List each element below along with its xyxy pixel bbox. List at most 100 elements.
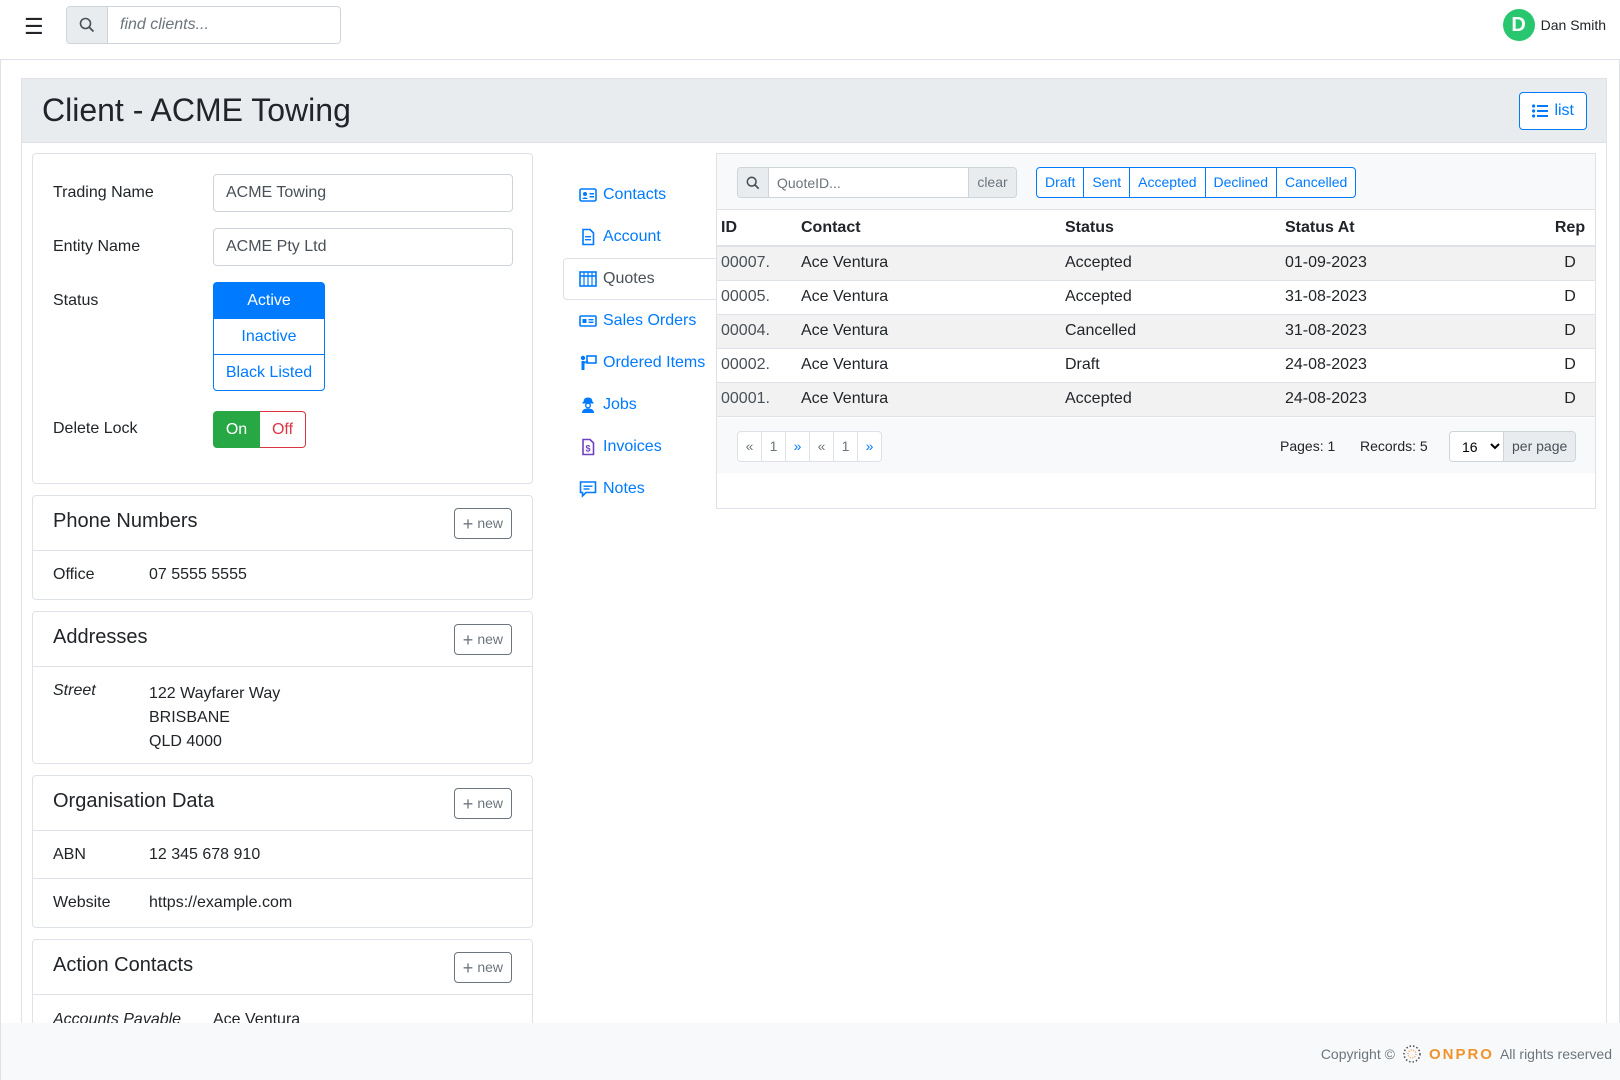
client-search	[66, 6, 341, 44]
cell-id[interactable]: 00005.	[717, 280, 797, 315]
trading-name-label: Trading Name	[53, 184, 154, 201]
per-page-label: per page	[1503, 432, 1576, 461]
clear-button[interactable]: clear	[968, 168, 1016, 197]
list-button-label: list	[1554, 102, 1574, 119]
delete-lock-on-button[interactable]: On	[213, 411, 260, 448]
tab-sales-orders[interactable]: Sales Orders	[563, 300, 716, 342]
table-row[interactable]: 00007. Ace Ventura Accepted 01-09-2023 D	[717, 246, 1595, 281]
filter-declined-button[interactable]: Declined	[1204, 167, 1278, 198]
entity-name-label: Entity Name	[53, 238, 141, 255]
document-icon	[582, 228, 595, 246]
page-last-button[interactable]: »	[857, 431, 882, 462]
avatar[interactable]: D	[1502, 9, 1535, 41]
tab-quotes-label: Quotes	[603, 270, 655, 287]
trading-name-input[interactable]	[213, 174, 513, 212]
abn-label: ABN	[53, 846, 86, 863]
cell-contact: Ace Ventura	[797, 382, 1061, 417]
address-lines: 122 Wayfarer Way BRISBANE QLD 4000	[149, 682, 280, 754]
column-header-status[interactable]: Status	[1061, 210, 1281, 247]
filter-draft-button[interactable]: Draft	[1036, 167, 1085, 198]
status-blacklisted-button[interactable]: Black Listed	[213, 354, 325, 391]
tab-ordered-items-label: Ordered Items	[603, 354, 706, 371]
addresses-title: Addresses	[53, 626, 148, 648]
page-next-button[interactable]: »	[785, 431, 810, 462]
abn-value: 12 345 678 910	[149, 846, 261, 863]
tab-contacts[interactable]: Contacts	[563, 174, 716, 216]
tab-invoices[interactable]: $ Invoices	[563, 426, 716, 468]
cell-rep: D	[1545, 280, 1595, 315]
delete-lock-off-button[interactable]: Off	[260, 411, 306, 448]
new-phone-label: new	[477, 515, 503, 531]
status-inactive-button[interactable]: Inactive	[213, 318, 325, 355]
column-header-contact[interactable]: Contact	[797, 210, 1061, 247]
filter-cancelled-button[interactable]: Cancelled	[1276, 167, 1357, 198]
table-row[interactable]: 00001. Ace Ventura Accepted 24-08-2023 D	[717, 382, 1595, 417]
search-icon[interactable]	[67, 7, 108, 43]
phone-numbers-panel: Phone Numbers + new Office 07 5555 5555	[32, 495, 533, 600]
user-menu[interactable]: D Dan Smith	[1502, 9, 1606, 41]
status-active-button[interactable]: Active	[213, 282, 325, 319]
table-row[interactable]: 00002. Ace Ventura Draft 24-08-2023 D	[717, 348, 1595, 383]
client-search-input[interactable]	[108, 7, 340, 43]
per-page-select[interactable]: 16	[1450, 432, 1503, 461]
column-header-rep[interactable]: Rep	[1545, 210, 1595, 247]
table-header-row: ID Contact Status Status At Rep	[717, 210, 1595, 247]
comment-icon	[579, 481, 597, 498]
filter-accepted-button[interactable]: Accepted	[1129, 167, 1206, 198]
tab-jobs[interactable]: Jobs	[563, 384, 716, 426]
cell-id[interactable]: 00004.	[717, 314, 797, 349]
address-line: QLD 4000	[149, 733, 222, 750]
table-row[interactable]: 00004. Ace Ventura Cancelled 31-08-2023 …	[717, 314, 1595, 349]
cell-id[interactable]: 00001.	[717, 382, 797, 417]
plus-icon: +	[462, 513, 474, 534]
tab-account-label: Account	[603, 228, 661, 245]
tab-account[interactable]: Account	[563, 216, 716, 258]
search-icon[interactable]	[738, 168, 769, 197]
status-label: Status	[53, 292, 99, 309]
column-header-status-at[interactable]: Status At	[1281, 210, 1545, 247]
cell-status-at: 31-08-2023	[1281, 280, 1545, 315]
cell-id[interactable]: 00007.	[717, 246, 797, 281]
phone-row: Office 07 5555 5555	[33, 551, 532, 599]
copyright-text: Copyright ©	[1320, 1046, 1395, 1062]
website-row: Website https://example.com	[33, 879, 532, 927]
cell-id[interactable]: 00002.	[717, 348, 797, 383]
quotes-table: ID Contact Status Status At Rep 00007. A…	[717, 210, 1595, 417]
page-number-button[interactable]: 1	[761, 431, 786, 462]
tab-ordered-items[interactable]: Ordered Items	[563, 342, 716, 384]
per-page-control: 16 per page	[1449, 431, 1577, 462]
tab-notes[interactable]: Notes	[563, 468, 716, 510]
organisation-header: Organisation Data + new	[33, 776, 532, 831]
onpro-logo-icon	[1403, 1045, 1421, 1063]
footer: Copyright © ONPRO All rights reserved	[0, 1023, 1620, 1080]
top-navbar: ☰ D Dan Smith	[0, 0, 1620, 60]
organisation-panel: Organisation Data + new ABN 12 345 678 91…	[32, 775, 533, 928]
delete-lock-label: Delete Lock	[53, 420, 138, 437]
filter-sent-button[interactable]: Sent	[1083, 167, 1131, 198]
cell-rep: D	[1545, 348, 1595, 383]
new-address-button[interactable]: + new	[453, 624, 512, 655]
pagination-bar: « 1 » « 1 » Pages: 1 Records: 5 16 per p…	[717, 418, 1595, 473]
column-header-id[interactable]: ID	[717, 210, 797, 247]
page-first-button[interactable]: «	[737, 431, 762, 462]
quotes-toolbar: clear Draft Sent Accepted Declined Cance…	[717, 154, 1595, 210]
user-name[interactable]: Dan Smith	[1541, 17, 1606, 33]
page-prev-button[interactable]: «	[809, 431, 834, 462]
plus-icon: +	[462, 793, 474, 814]
quote-search-input[interactable]	[769, 168, 968, 197]
website-value[interactable]: https://example.com	[149, 894, 292, 912]
list-button[interactable]: list	[1519, 92, 1587, 130]
table-row[interactable]: 00005. Ace Ventura Accepted 31-08-2023 D	[717, 280, 1595, 315]
brand-name[interactable]: ONPRO	[1429, 1046, 1494, 1063]
page-number-button[interactable]: 1	[833, 431, 858, 462]
tab-quotes[interactable]: Quotes	[563, 258, 717, 300]
new-organisation-button[interactable]: + new	[453, 788, 512, 819]
cell-status-at: 24-08-2023	[1281, 382, 1545, 417]
new-phone-button[interactable]: + new	[453, 508, 512, 539]
new-organisation-label: new	[477, 795, 503, 811]
entity-name-input[interactable]	[213, 228, 513, 266]
new-action-contact-button[interactable]: + new	[453, 952, 512, 983]
cell-rep: D	[1545, 246, 1595, 281]
address-line: 122 Wayfarer Way	[149, 685, 281, 702]
hamburger-menu-icon[interactable]: ☰	[24, 16, 44, 38]
